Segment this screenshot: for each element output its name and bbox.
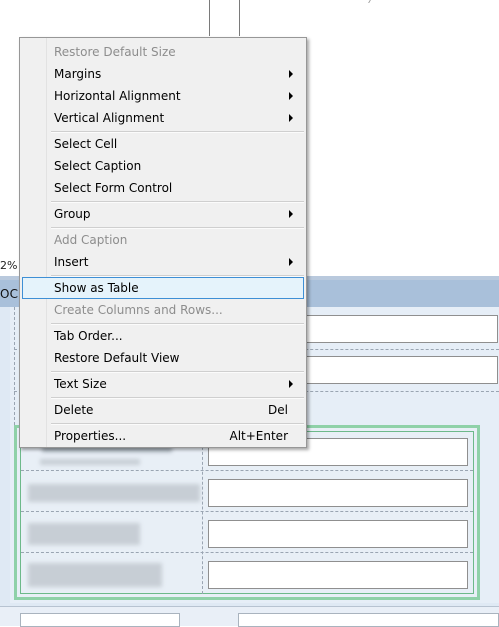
grid-divider — [14, 307, 15, 425]
menu-item-label: Vertical Alignment — [54, 111, 165, 125]
menu-item-label: Insert — [54, 255, 89, 269]
menu-item-delete[interactable]: Delete Del — [22, 399, 304, 421]
menu-item-label: Horizontal Alignment — [54, 89, 181, 103]
menu-item-label: Text Size — [54, 377, 107, 391]
menu-item-restore-default-size: Restore Default Size — [22, 41, 304, 63]
grid-divider — [21, 511, 473, 512]
field-caption — [28, 484, 200, 502]
grid-divider — [21, 470, 473, 471]
menu-item-vertical-alignment[interactable]: Vertical Alignment — [22, 107, 304, 129]
submenu-arrow-icon — [289, 70, 293, 78]
grid-divider — [21, 552, 473, 553]
menu-item-label: Restore Default Size — [54, 45, 176, 59]
menu-item-properties[interactable]: Properties... Alt+Enter — [22, 425, 304, 447]
field-caption — [28, 523, 140, 545]
layout-guide-line — [209, 0, 210, 36]
form-field[interactable] — [208, 561, 468, 589]
submenu-arrow-icon — [289, 380, 293, 388]
submenu-arrow-icon — [289, 92, 293, 100]
submenu-arrow-icon — [289, 258, 293, 266]
menu-item-add-caption: Add Caption — [22, 229, 304, 251]
menu-item-label: Delete — [54, 403, 94, 417]
menu-item-label: Create Columns and Rows... — [54, 303, 223, 317]
menu-item-label: Restore Default View — [54, 351, 180, 365]
menu-item-label: Group — [54, 207, 91, 221]
menu-item-shortcut: Alt+Enter — [229, 429, 288, 443]
menu-item-label: Select Form Control — [54, 181, 173, 195]
menu-item-restore-default-view[interactable]: Restore Default View — [22, 347, 304, 369]
menu-item-label: Margins — [54, 67, 102, 81]
menu-item-label: Show as Table — [54, 281, 139, 295]
menu-item-create-columns-and-rows: Create Columns and Rows... — [22, 299, 304, 321]
menu-item-label: Select Cell — [54, 137, 118, 151]
menu-item-label: Add Caption — [54, 233, 128, 247]
layout-guide-line — [239, 0, 240, 36]
menu-item-margins[interactable]: Margins — [22, 63, 304, 85]
form-field[interactable] — [300, 315, 498, 343]
menu-item-show-as-table[interactable]: Show as Table — [22, 277, 304, 299]
grid-divider — [202, 432, 203, 594]
field-caption — [40, 459, 140, 465]
zoom-level[interactable]: 2% — [0, 259, 17, 272]
menu-item-label: Tab Order... — [54, 329, 123, 343]
menu-item-select-form-control[interactable]: Select Form Control — [22, 177, 304, 199]
menu-item-label: Properties... — [54, 429, 127, 443]
menu-item-select-cell[interactable]: Select Cell — [22, 133, 304, 155]
menu-item-select-caption[interactable]: Select Caption — [22, 155, 304, 177]
menu-item-group[interactable]: Group — [22, 203, 304, 225]
form-field[interactable] — [208, 479, 468, 507]
submenu-arrow-icon — [289, 114, 293, 122]
field-caption — [28, 563, 162, 587]
menu-item-insert[interactable]: Insert — [22, 251, 304, 273]
menu-item-label: Select Caption — [54, 159, 142, 173]
menu-item-shortcut: Del — [268, 403, 288, 417]
form-field[interactable] — [300, 356, 498, 384]
menu-item-tab-order[interactable]: Tab Order... — [22, 325, 304, 347]
menu-item-text-size[interactable]: Text Size — [22, 373, 304, 395]
submenu-arrow-icon — [289, 210, 293, 218]
context-menu: Restore Default Size Margins Horizontal … — [19, 37, 307, 448]
form-field[interactable] — [208, 520, 468, 548]
menu-item-horizontal-alignment[interactable]: Horizontal Alignment — [22, 85, 304, 107]
